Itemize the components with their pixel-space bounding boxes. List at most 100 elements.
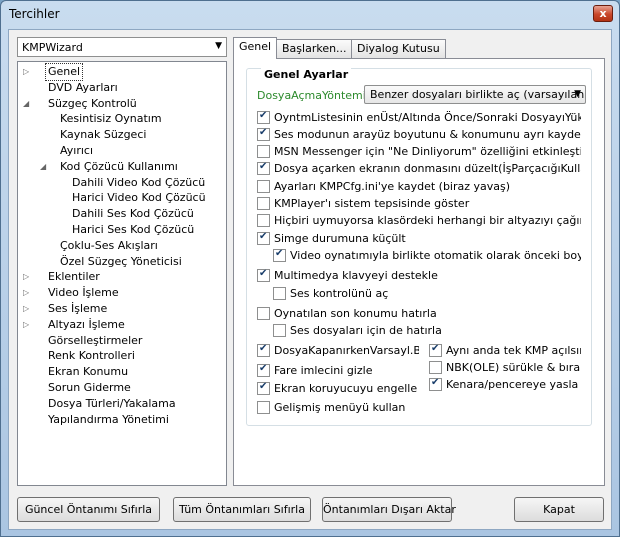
checkbox-checked-icon[interactable] xyxy=(257,268,270,282)
checkbox-unchecked-icon[interactable] xyxy=(257,180,270,193)
option-checkbox[interactable]: Ses modunun arayüz boyutunu & konumunu a… xyxy=(257,127,581,142)
expand-arrow-icon[interactable]: ▷ xyxy=(23,285,33,301)
tree-item[interactable]: Harici Video Kod Çözücü xyxy=(18,190,226,206)
expand-arrow-icon[interactable]: ▷ xyxy=(23,317,33,333)
option-checkbox[interactable]: Aynı anda tek KMP açılsın xyxy=(429,343,581,358)
expand-arrow-icon[interactable]: ▷ xyxy=(23,64,33,80)
checkbox-checked-icon[interactable] xyxy=(273,248,286,262)
tree-item[interactable]: DVD Ayarları xyxy=(18,80,226,96)
option-checkbox[interactable]: Ekran koruyucuyu engelle xyxy=(257,381,419,396)
option-checkbox[interactable]: NBK(OLE) sürükle & bırak xyxy=(429,360,581,375)
collapse-arrow-icon[interactable]: ◢ xyxy=(23,96,33,112)
tree-item[interactable]: Kesintisiz Oynatım xyxy=(18,111,226,127)
option-label: Kenara/pencereye yasla xyxy=(446,378,579,391)
title-bar[interactable]: Tercihler x xyxy=(1,1,619,27)
tab-general[interactable]: Genel xyxy=(233,37,278,59)
option-checkbox[interactable]: OyntmListesinin enÜst/Altında Önce/Sonra… xyxy=(257,110,581,125)
expand-arrow-icon[interactable]: ▷ xyxy=(23,269,33,285)
export-defaults-button[interactable]: Öntanımları Dışarı Aktar xyxy=(322,497,456,522)
option-checkbox[interactable]: Simge durumuna küçült xyxy=(257,231,581,246)
checkbox-checked-icon[interactable] xyxy=(429,343,442,357)
tree-item-label: Renk Kontrolleri xyxy=(48,349,135,363)
reset-current-defaults-button[interactable]: Güncel Öntanımı Sıfırla xyxy=(17,497,160,522)
window-title: Tercihler xyxy=(9,7,60,21)
tree-item-label: Dahili Ses Kod Çözücü xyxy=(72,207,194,221)
checkbox-checked-icon[interactable] xyxy=(257,363,270,377)
tree-item[interactable]: Harici Ses Kod Çözücü xyxy=(18,222,226,238)
option-label: Dosya açarken ekranın donmasını düzelt(İ… xyxy=(274,162,581,175)
option-label: Aynı anda tek KMP açılsın xyxy=(446,344,581,357)
open-method-select[interactable]: Benzer dosyaları birlikte aç (varsayılan… xyxy=(364,85,586,104)
checkbox-unchecked-icon[interactable] xyxy=(273,324,286,337)
option-label: Hiçbiri uymuyorsa klasördeki herhangi bi… xyxy=(274,214,581,227)
tree-item[interactable]: Renk Kontrolleri xyxy=(18,348,226,364)
checkbox-checked-icon[interactable] xyxy=(257,161,270,175)
checkbox-unchecked-icon[interactable] xyxy=(257,214,270,227)
option-checkbox[interactable]: Fare imlecini gizle xyxy=(257,363,419,378)
checkbox-checked-icon[interactable] xyxy=(429,377,442,391)
option-checkbox[interactable]: Oynatılan son konumu hatırla xyxy=(257,306,581,321)
tree-item[interactable]: Kaynak Süzgeci xyxy=(18,127,226,143)
tree-item[interactable]: Görselleştirmeler xyxy=(18,333,226,349)
tree-item-label: Dosya Türleri/Yakalama xyxy=(48,396,176,410)
dialog-client: KMPWizard ▼ ▷ Genel DVD Ayarları ◢ Süzgeç Ko… xyxy=(8,29,612,530)
tab-dialog-box[interactable]: Diyalog Kutusu xyxy=(351,39,446,58)
checkbox-checked-icon[interactable] xyxy=(257,231,270,245)
settings-tree: ▷ Genel DVD Ayarları ◢ Süzgeç Kontrolü Kesint… xyxy=(17,61,227,486)
tree-item[interactable]: Sorun Giderme xyxy=(18,380,226,396)
tree-item[interactable]: Dahili Video Kod Çözücü xyxy=(18,175,226,191)
option-checkbox[interactable]: KMPlayer'ı sistem tepsisinde göster xyxy=(257,196,581,211)
general-tab-panel: Genel Ayarlar DosyaAçmaYöntemi: Benzer d… xyxy=(233,58,605,486)
reset-all-defaults-button[interactable]: Tüm Öntanımları Sıfırla xyxy=(173,497,311,522)
tree-item-label: Genel xyxy=(44,63,84,81)
close-button[interactable]: Kapat xyxy=(514,497,604,522)
tree-item[interactable]: ▷ Altyazı İşleme xyxy=(18,317,226,333)
option-label: Multimedya klavyeyi destekle xyxy=(274,269,438,282)
profile-select[interactable]: KMPWizard ▼ xyxy=(17,37,227,57)
option-label: KMPlayer'ı sistem tepsisinde göster xyxy=(274,197,470,210)
tree-item[interactable]: Dahili Ses Kod Çözücü xyxy=(18,206,226,222)
option-checkbox[interactable]: Gelişmiş menüyü kullan xyxy=(257,400,419,415)
checkbox-unchecked-icon[interactable] xyxy=(429,361,442,374)
option-checkbox[interactable]: MSN Messenger için "Ne Dinliyorum" özell… xyxy=(257,144,581,159)
option-checkbox[interactable]: Multimedya klavyeyi destekle xyxy=(257,268,581,283)
tree-item[interactable]: Dosya Türleri/Yakalama xyxy=(18,396,226,412)
option-checkbox[interactable]: DosyaKapanırkenVarsayl.Boy xyxy=(257,343,419,358)
option-checkbox[interactable]: Ses kontrolünü aç xyxy=(273,286,581,301)
checkbox-checked-icon[interactable] xyxy=(257,381,270,395)
option-checkbox[interactable]: Ses dosyaları için de hatırla xyxy=(273,323,581,338)
tree-item[interactable]: ▷ Ses İşleme xyxy=(18,301,226,317)
tree-item[interactable]: ▷ Eklentiler xyxy=(18,269,226,285)
checkbox-unchecked-icon[interactable] xyxy=(257,401,270,414)
expand-arrow-icon[interactable]: ▷ xyxy=(23,301,33,317)
tree-item[interactable]: Çoklu-Ses Akışları xyxy=(18,238,226,254)
checkbox-unchecked-icon[interactable] xyxy=(257,145,270,158)
tree-item[interactable]: Özel Süzgeç Yöneticisi xyxy=(18,254,226,270)
checkbox-unchecked-icon[interactable] xyxy=(257,307,270,320)
tree-item-label: Dahili Video Kod Çözücü xyxy=(72,175,206,189)
tree-item[interactable]: Ekran Konumu xyxy=(18,364,226,380)
tab-startup[interactable]: Başlarken... xyxy=(276,39,353,58)
tree-item[interactable]: ▷ Video İşleme xyxy=(18,285,226,301)
option-checkbox[interactable]: Hiçbiri uymuyorsa klasördeki herhangi bi… xyxy=(257,213,581,228)
tree-item-label: Ekran Konumu xyxy=(48,365,129,379)
checkbox-checked-icon[interactable] xyxy=(257,127,270,141)
option-checkbox[interactable]: Dosya açarken ekranın donmasını düzelt(İ… xyxy=(257,161,581,176)
tree-item-label: Yapılandırma Yönetimi xyxy=(48,412,169,426)
option-checkbox[interactable]: Video oynatımıyla birlikte otomatik olar… xyxy=(273,248,581,263)
checkbox-checked-icon[interactable] xyxy=(257,343,270,357)
checkbox-checked-icon[interactable] xyxy=(257,110,270,124)
option-label: MSN Messenger için "Ne Dinliyorum" özell… xyxy=(274,145,581,158)
tree-item[interactable]: ◢ Kod Çözücü Kullanımı xyxy=(18,159,226,175)
collapse-arrow-icon[interactable]: ◢ xyxy=(40,159,50,175)
tree-item[interactable]: Yapılandırma Yönetimi xyxy=(18,412,226,428)
open-method-label: DosyaAçmaYöntemi: xyxy=(257,89,370,102)
option-checkbox[interactable]: Kenara/pencereye yasla xyxy=(429,377,581,392)
tree-item[interactable]: ◢ Süzgeç Kontrolü xyxy=(18,96,226,112)
tree-item[interactable]: ▷ Genel xyxy=(18,63,226,81)
checkbox-unchecked-icon[interactable] xyxy=(273,287,286,300)
checkbox-unchecked-icon[interactable] xyxy=(257,197,270,210)
tree-item[interactable]: Ayırıcı xyxy=(18,143,226,159)
option-checkbox[interactable]: Ayarları KMPCfg.ini'ye kaydet (biraz yav… xyxy=(257,179,581,194)
close-window-button[interactable]: x xyxy=(593,5,613,22)
